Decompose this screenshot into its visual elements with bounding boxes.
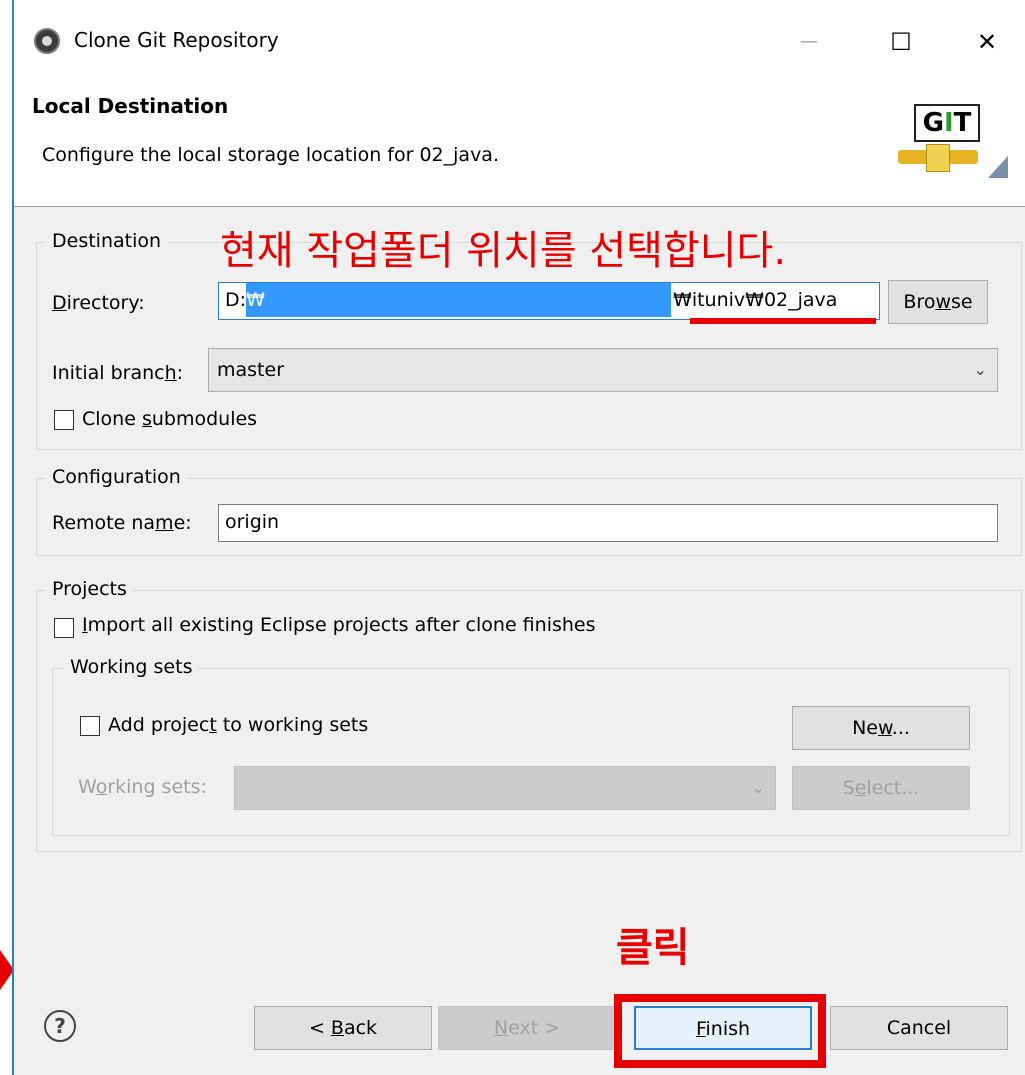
- import-projects-label: Import all existing Eclipse projects aft…: [82, 614, 596, 636]
- projects-legend: Projects: [46, 578, 133, 600]
- working-sets-label: Working sets:: [78, 776, 207, 798]
- window-title: Clone Git Repository: [74, 28, 279, 52]
- close-button[interactable]: ✕: [962, 20, 1012, 64]
- directory-input[interactable]: D:₩ ₩ituniv₩02_java: [218, 282, 880, 320]
- working-sets-legend: Working sets: [64, 656, 199, 678]
- chevron-down-icon: ⌄: [973, 360, 987, 379]
- add-to-working-sets-checkbox[interactable]: [80, 716, 100, 736]
- next-button[interactable]: Next >: [438, 1006, 616, 1050]
- working-sets-select[interactable]: ⌄: [234, 766, 776, 810]
- select-working-set-button[interactable]: Select...: [792, 766, 970, 810]
- initial-branch-value: master: [217, 359, 285, 381]
- clone-submodules-label: Clone submodules: [82, 408, 258, 430]
- directory-label: Directory:: [52, 292, 145, 314]
- back-button[interactable]: < Back: [254, 1006, 432, 1050]
- minimize-button[interactable]: —: [784, 20, 834, 64]
- git-logo-icon: GIT: [890, 98, 1010, 194]
- title-bar: Clone Git Repository — ☐ ✕: [14, 0, 1025, 84]
- corner-triangle-shape: [988, 156, 1008, 178]
- page-title: Local Destination: [32, 94, 229, 118]
- remote-name-label: Remote name:: [52, 512, 192, 534]
- import-projects-checkbox[interactable]: [54, 618, 74, 638]
- help-button[interactable]: ?: [44, 1010, 76, 1042]
- maximize-button[interactable]: ☐: [876, 20, 926, 64]
- eclipse-app-icon: [34, 28, 60, 54]
- working-sets-group: [52, 668, 1010, 836]
- new-working-set-button[interactable]: New...: [792, 706, 970, 750]
- configuration-legend: Configuration: [46, 466, 187, 488]
- dialog-window: Clone Git Repository — ☐ ✕ Local Destina…: [12, 0, 1025, 1075]
- add-to-working-sets-label: Add project to working sets: [108, 714, 369, 736]
- destination-legend: Destination: [46, 230, 168, 252]
- page-description: Configure the local storage location for…: [42, 144, 499, 166]
- help-icon: ?: [54, 1014, 66, 1038]
- chevron-down-icon: ⌄: [751, 778, 765, 797]
- remote-name-input[interactable]: origin: [218, 504, 998, 542]
- click-annotation: 클릭: [616, 925, 690, 971]
- initial-branch-select[interactable]: master ⌄: [208, 348, 998, 392]
- finish-highlight-box: [614, 994, 826, 1068]
- initial-branch-label: Initial branch:: [52, 362, 184, 384]
- cancel-button[interactable]: Cancel: [830, 1006, 1008, 1050]
- browse-button[interactable]: Browse: [888, 280, 988, 324]
- select-folder-annotation: 현재 작업폴더 위치를 선택합니다.: [220, 228, 787, 274]
- directory-underline-annotation: [690, 318, 876, 324]
- pipe-joint-shape: [926, 144, 950, 172]
- clone-submodules-checkbox[interactable]: [54, 410, 74, 430]
- wizard-header: Local Destination Configure the local st…: [14, 84, 1025, 207]
- git-logo-text: GIT: [914, 104, 980, 142]
